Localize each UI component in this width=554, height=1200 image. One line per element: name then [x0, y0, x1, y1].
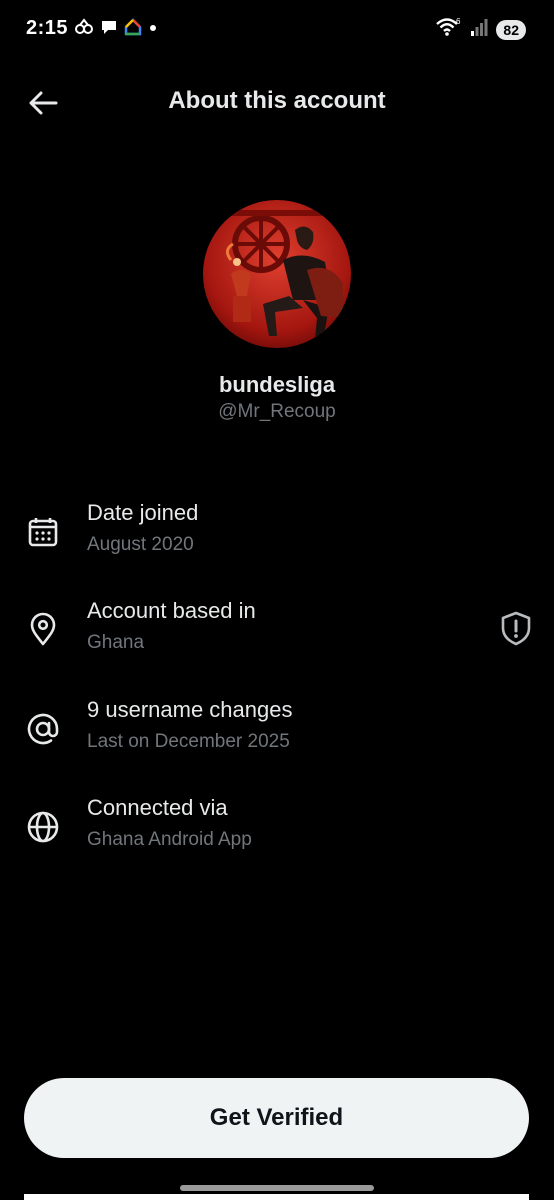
info-title: Date joined: [87, 500, 199, 525]
info-title: 9 username changes: [87, 697, 293, 722]
wifi-label: 6: [456, 17, 461, 26]
status-time: 2:15: [26, 17, 69, 39]
header: About this account: [0, 78, 554, 126]
get-verified-button[interactable]: Get Verified: [24, 1078, 529, 1158]
calendar-icon: [25, 514, 61, 550]
info-subtitle: Ghana: [87, 632, 145, 653]
dot-icon: [148, 18, 158, 41]
info-row-username-changes: 9 username changes Last on December 2025: [0, 697, 554, 773]
info-subtitle: Ghana Android App: [87, 829, 252, 850]
status-bar: 2:15 6 82: [0, 0, 554, 58]
at-sign-icon: [25, 711, 61, 747]
wifi-icon: 6: [436, 17, 462, 42]
home-color-icon: [124, 18, 142, 41]
info-title: Account based in: [87, 598, 256, 623]
avatar[interactable]: [203, 200, 351, 348]
bottom-banner-edge: [24, 1194, 529, 1200]
info-row-date-joined: Date joined August 2020: [0, 500, 554, 576]
display-name: bundesliga: [218, 372, 336, 397]
chat-icon: [100, 18, 118, 41]
page-title: About this account: [168, 87, 386, 114]
battery-indicator: 82: [496, 19, 526, 40]
globe-icon: [25, 809, 61, 845]
username-handle: @Mr_Recoup: [218, 401, 336, 422]
info-title: Connected via: [87, 795, 228, 820]
link-icon: [74, 18, 94, 41]
shield-alert-icon[interactable]: [499, 610, 533, 646]
info-row-connected-via: Connected via Ghana Android App: [0, 795, 554, 871]
signal-icon: [470, 17, 488, 42]
home-indicator[interactable]: [180, 1185, 374, 1191]
info-row-account-based-in: Account based in Ghana: [0, 598, 554, 674]
info-subtitle: August 2020: [87, 534, 194, 555]
status-notification-icons: [74, 18, 158, 41]
status-right: 6 82: [436, 17, 526, 42]
info-subtitle: Last on December 2025: [87, 731, 290, 752]
location-pin-icon: [25, 612, 61, 648]
